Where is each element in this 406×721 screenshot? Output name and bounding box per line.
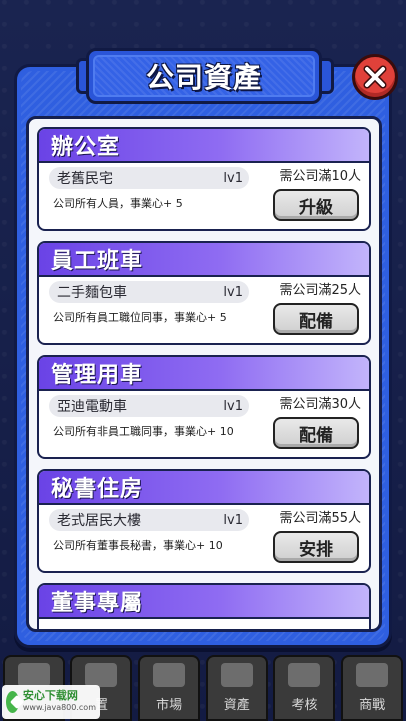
item-level: lv1	[223, 512, 243, 528]
printer-icon	[85, 663, 118, 687]
asset-card-staff-bus: 員工班車 二手麵包車 lv1 公司所有員工職位同事，事業心+ 5 需公司滿25人…	[37, 241, 371, 345]
nav-label: 考核	[291, 698, 318, 713]
dialog-title: 公司資產	[145, 61, 262, 94]
card-title: 員工班車	[51, 249, 144, 274]
item-name: 二手麵包車	[57, 285, 127, 301]
chart-icon	[220, 663, 253, 687]
item-row: 老式居民大樓 lv1	[49, 509, 249, 531]
briefcase-icon	[356, 663, 389, 687]
equip-button[interactable]: 配備	[273, 417, 359, 449]
title-banner: 公司資產	[86, 48, 322, 104]
card-title: 管理用車	[51, 363, 144, 388]
item-row: 老舊民宅 lv1	[49, 167, 249, 189]
asset-card-secretary-housing: 秘書住房 老式居民大樓 lv1 公司所有董事長秘書，事業心+ 10 需公司滿55…	[37, 469, 371, 573]
watermark-url: www.java800.com	[22, 703, 96, 712]
nav-item-business-war[interactable]: 商戰	[341, 655, 404, 721]
asset-card-office: 辦公室 老舊民宅 lv1 公司所有人員，事業心+ 5 需公司滿10人 升級	[37, 127, 371, 231]
card-title: 辦公室	[51, 135, 121, 160]
nav-item-review[interactable]: 考核	[273, 655, 336, 721]
item-name: 亞迪電動車	[57, 399, 127, 415]
requirement-text: 需公司滿10人	[279, 169, 361, 184]
nav-label: 商戰	[359, 698, 386, 713]
item-row: 二手麵包車 lv1	[49, 281, 249, 303]
asset-card-management-car: 管理用車 亞迪電動車 lv1 公司所有非員工職同事，事業心+ 10 需公司滿30…	[37, 355, 371, 459]
item-name: 老式居民大樓	[57, 513, 141, 529]
effect-text: 公司所有非員工職同事，事業心+ 10	[53, 425, 234, 438]
item-row: 亞迪電動車 lv1	[49, 395, 249, 417]
item-name: 老舊民宅	[57, 171, 113, 187]
watermark-title: 安心下载网	[22, 689, 78, 702]
nav-item-market[interactable]: 市場	[138, 655, 201, 721]
nav-label: 市場	[156, 698, 183, 713]
upgrade-button[interactable]: 升級	[273, 189, 359, 221]
nav-label: 資產	[223, 698, 250, 713]
nav-item-assets[interactable]: 資產	[205, 655, 268, 721]
effect-text: 公司所有員工職位同事，事業心+ 5	[53, 311, 227, 324]
clipboard-icon	[288, 663, 321, 687]
item-level: lv1	[223, 398, 243, 414]
requirement-text: 需公司滿55人	[279, 511, 361, 526]
card-title: 秘書住房	[51, 477, 144, 502]
requirement-text: 需公司滿30人	[279, 397, 361, 412]
item-level: lv1	[223, 284, 243, 300]
heart-logo-icon	[6, 691, 19, 713]
asset-list[interactable]: 辦公室 老舊民宅 lv1 公司所有人員，事業心+ 5 需公司滿10人 升級 員工…	[26, 116, 382, 632]
site-watermark: 安心下载网 www.java800.com	[2, 685, 100, 719]
arrange-button[interactable]: 安排	[273, 531, 359, 563]
close-button[interactable]	[352, 54, 398, 100]
item-level: lv1	[223, 170, 243, 186]
requirement-text: 需公司滿25人	[279, 283, 361, 298]
asset-card-director: 董事專屬	[37, 583, 371, 629]
market-icon	[153, 663, 186, 687]
close-icon	[363, 65, 387, 89]
card-title: 董事專屬	[51, 591, 144, 616]
person-icon	[17, 663, 50, 687]
effect-text: 公司所有人員，事業心+ 5	[53, 197, 183, 210]
equip-button[interactable]: 配備	[273, 303, 359, 335]
effect-text: 公司所有董事長秘書，事業心+ 10	[53, 539, 223, 552]
